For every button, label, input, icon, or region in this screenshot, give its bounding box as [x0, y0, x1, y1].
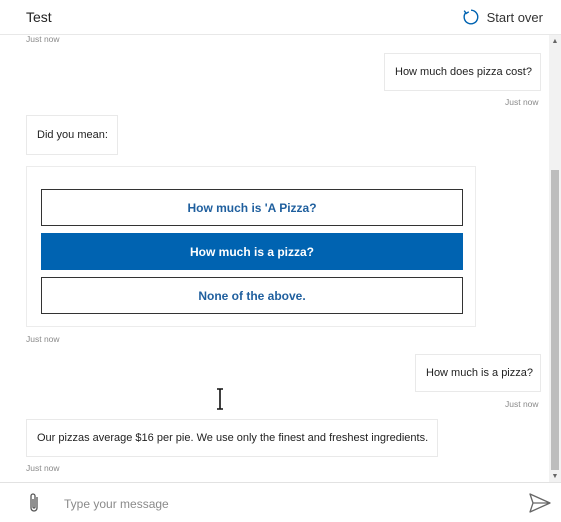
send-icon[interactable]: [529, 493, 551, 513]
start-over-button[interactable]: Start over: [462, 7, 543, 27]
scroll-down-arrow-icon[interactable]: ▼: [549, 471, 561, 481]
suggestion-card: How much is 'A Pizza? How much is a pizz…: [26, 166, 476, 327]
timestamp: Just now: [26, 35, 60, 44]
suggestion-label: How much is 'A Pizza?: [187, 200, 317, 215]
bot-message: Did you mean:: [26, 115, 118, 155]
chat-transcript: Just now How much does pizza cost? Just …: [0, 35, 549, 482]
scrollbar-thumb[interactable]: [551, 170, 559, 470]
timestamp: Just now: [26, 463, 60, 473]
scrollbar[interactable]: ▲ ▼: [549, 35, 561, 482]
user-message: How much is a pizza?: [415, 354, 541, 392]
timestamp: Just now: [26, 334, 60, 344]
input-bar: [0, 482, 561, 522]
scroll-up-arrow-icon[interactable]: ▲: [549, 36, 561, 46]
message-text: How much does pizza cost?: [395, 66, 532, 78]
start-over-label: Start over: [486, 9, 543, 25]
timestamp: Just now: [505, 97, 539, 107]
suggestion-label: None of the above.: [198, 288, 306, 303]
suggestion-button[interactable]: None of the above.: [41, 277, 463, 314]
header: Test Start over: [0, 0, 561, 35]
message-text: Our pizzas average $16 per pie. We use o…: [37, 432, 429, 444]
refresh-icon: [463, 9, 479, 25]
suggestion-button[interactable]: How much is 'A Pizza?: [41, 189, 463, 226]
message-input[interactable]: [62, 492, 506, 516]
user-message: How much does pizza cost?: [384, 53, 541, 91]
message-text: Did you mean:: [37, 129, 108, 141]
suggestion-label: How much is a pizza?: [189, 244, 315, 259]
paperclip-icon[interactable]: [26, 491, 42, 515]
suggestion-button-selected[interactable]: How much is a pizza?: [41, 233, 463, 270]
message-text: How much is a pizza?: [426, 367, 533, 379]
chat-title: Test: [26, 9, 52, 25]
timestamp: Just now: [505, 399, 539, 409]
text-cursor-icon: [217, 388, 223, 410]
bot-message: Our pizzas average $16 per pie. We use o…: [26, 419, 438, 457]
